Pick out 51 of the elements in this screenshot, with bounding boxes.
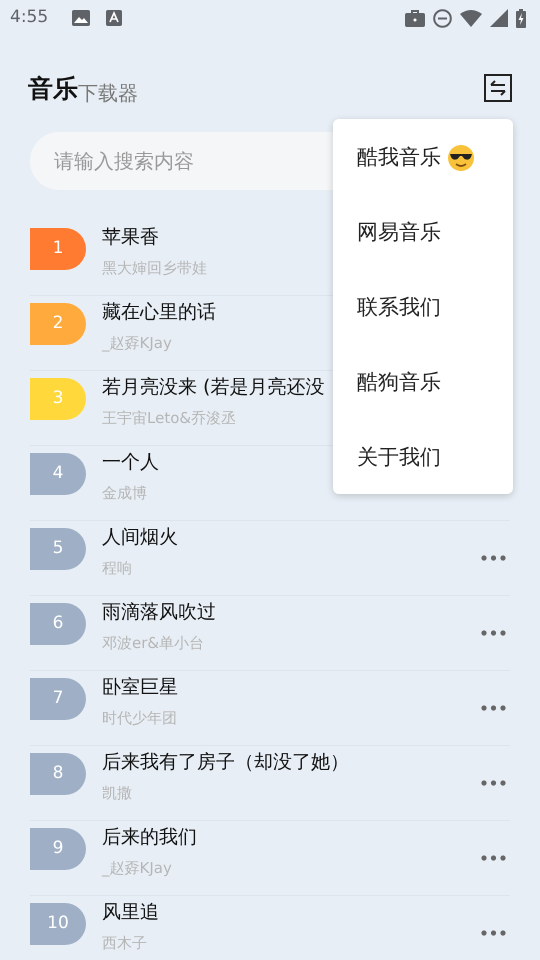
song-artist: 程响	[102, 558, 132, 578]
song-title: 藏在心里的话	[102, 300, 216, 324]
keyboard-icon	[106, 10, 122, 26]
song-artist: 西木子	[102, 933, 147, 953]
rank-badge: 6	[30, 603, 86, 645]
song-artist: 黑大婶回乡带娃	[102, 258, 207, 278]
song-title: 后来我有了房子（却没了她）	[102, 750, 349, 774]
app-title: 音乐	[28, 73, 78, 105]
song-artist: 凯撒	[102, 783, 132, 803]
song-title: 若月亮没来 (若是月亮还没	[102, 375, 324, 399]
song-artist: _赵孬KJay	[102, 333, 172, 353]
status-time: 4:55	[10, 6, 48, 30]
switch-icon[interactable]	[484, 74, 512, 102]
more-icon[interactable]	[481, 930, 506, 936]
song-artist: 王宇宙Leto&乔浚丞	[102, 408, 236, 428]
do-not-disturb-icon	[433, 8, 452, 28]
song-title: 雨滴落风吹过	[102, 600, 216, 624]
song-title: 后来的我们	[102, 825, 197, 849]
rank-badge: 10	[30, 903, 86, 945]
song-title: 一个人	[102, 450, 159, 474]
song-artist: _赵孬KJay	[102, 858, 172, 878]
wifi-icon	[460, 10, 482, 26]
more-icon[interactable]	[481, 780, 506, 786]
rank-badge: 9	[30, 828, 86, 870]
more-icon[interactable]	[481, 705, 506, 711]
rank-badge: 7	[30, 678, 86, 720]
menu-item[interactable]: 酷狗音乐	[357, 367, 441, 399]
rank-badge: 1	[30, 228, 86, 270]
rank-badge: 5	[30, 528, 86, 570]
briefcase-icon	[405, 10, 425, 26]
song-artist: 邓波er&单小台	[102, 633, 204, 653]
image-icon	[72, 10, 90, 26]
song-title: 卧室巨星	[102, 675, 178, 699]
battery-icon	[516, 8, 526, 28]
rank-badge: 4	[30, 453, 86, 495]
more-icon[interactable]	[481, 855, 506, 861]
rank-badge: 8	[30, 753, 86, 795]
song-artist: 时代少年团	[102, 708, 177, 728]
menu-item[interactable]: 关于我们	[357, 442, 441, 474]
app-subtitle: 下载器	[78, 80, 138, 106]
song-artist: 金成博	[102, 483, 147, 503]
menu-item[interactable]: 网易音乐	[357, 217, 441, 249]
rank-badge: 3	[30, 378, 86, 420]
signal-icon	[490, 9, 508, 27]
menu-item[interactable]: 联系我们	[357, 292, 441, 324]
song-title: 风里追	[102, 900, 159, 924]
more-icon[interactable]	[481, 555, 506, 561]
more-icon[interactable]	[481, 630, 506, 636]
song-title: 人间烟火	[102, 525, 178, 549]
song-title: 苹果香	[102, 225, 159, 249]
rank-badge: 2	[30, 303, 86, 345]
